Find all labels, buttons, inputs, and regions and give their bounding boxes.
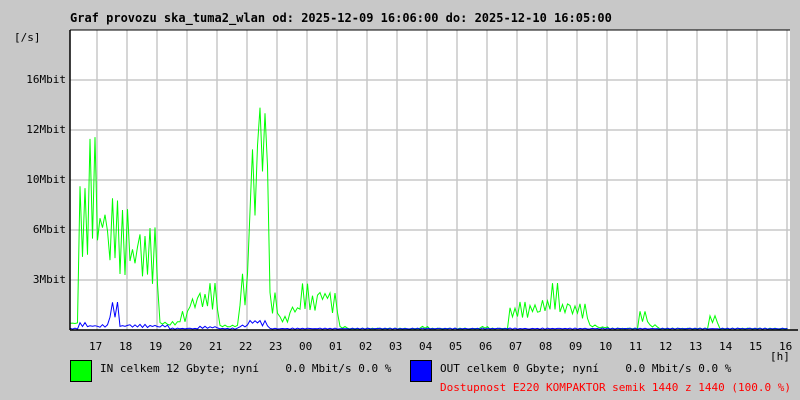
x-tick-label: 00: [299, 340, 313, 353]
x-tick-label: 08: [539, 340, 553, 353]
in-legend-swatch: [70, 360, 92, 382]
x-tick-label: 10: [599, 340, 613, 353]
y-tick-label: 16Mbit: [26, 73, 66, 86]
x-tick-label: 19: [149, 340, 163, 353]
x-tick-label: 15: [749, 340, 763, 353]
y-tick-label: 12Mbit: [26, 123, 66, 136]
x-tick-label: 12: [659, 340, 673, 353]
x-tick-label: 17: [89, 340, 103, 353]
x-tick-label: 04: [419, 340, 433, 353]
x-tick-label: 22: [239, 340, 253, 353]
availability-text: Dostupnost E220 KOMPAKTOR semik 1440 z 1…: [440, 381, 791, 394]
x-tick-label: 13: [689, 340, 703, 353]
y-tick-label: 6Mbit: [32, 223, 66, 236]
out-legend-text: OUT celkem 0 Gbyte; nyní 0.0 Mbit/s 0.0 …: [440, 362, 732, 375]
out-legend-swatch: [410, 360, 432, 382]
in-legend-text: IN celkem 12 Gbyte; nyní 0.0 Mbit/s 0.0 …: [100, 362, 392, 375]
x-tick-label: 21: [209, 340, 223, 353]
x-tick-label: 09: [569, 340, 583, 353]
x-tick-label: 05: [449, 340, 463, 353]
x-tick-label: 06: [479, 340, 493, 353]
y-tick-label: 3Mbit: [32, 273, 66, 286]
x-tick-label: 03: [389, 340, 403, 353]
x-tick-label: 18: [119, 340, 133, 353]
x-tick-label: 20: [179, 340, 193, 353]
x-tick-label: 11: [629, 340, 643, 353]
x-tick-label: 02: [359, 340, 373, 353]
y-tick-label: 10Mbit: [26, 173, 66, 186]
x-tick-label: 01: [329, 340, 343, 353]
x-tick-label: 23: [269, 340, 283, 353]
x-tick-label: 07: [509, 340, 523, 353]
x-tick-label: 14: [719, 340, 733, 353]
x-tick-label: 16: [779, 340, 793, 353]
